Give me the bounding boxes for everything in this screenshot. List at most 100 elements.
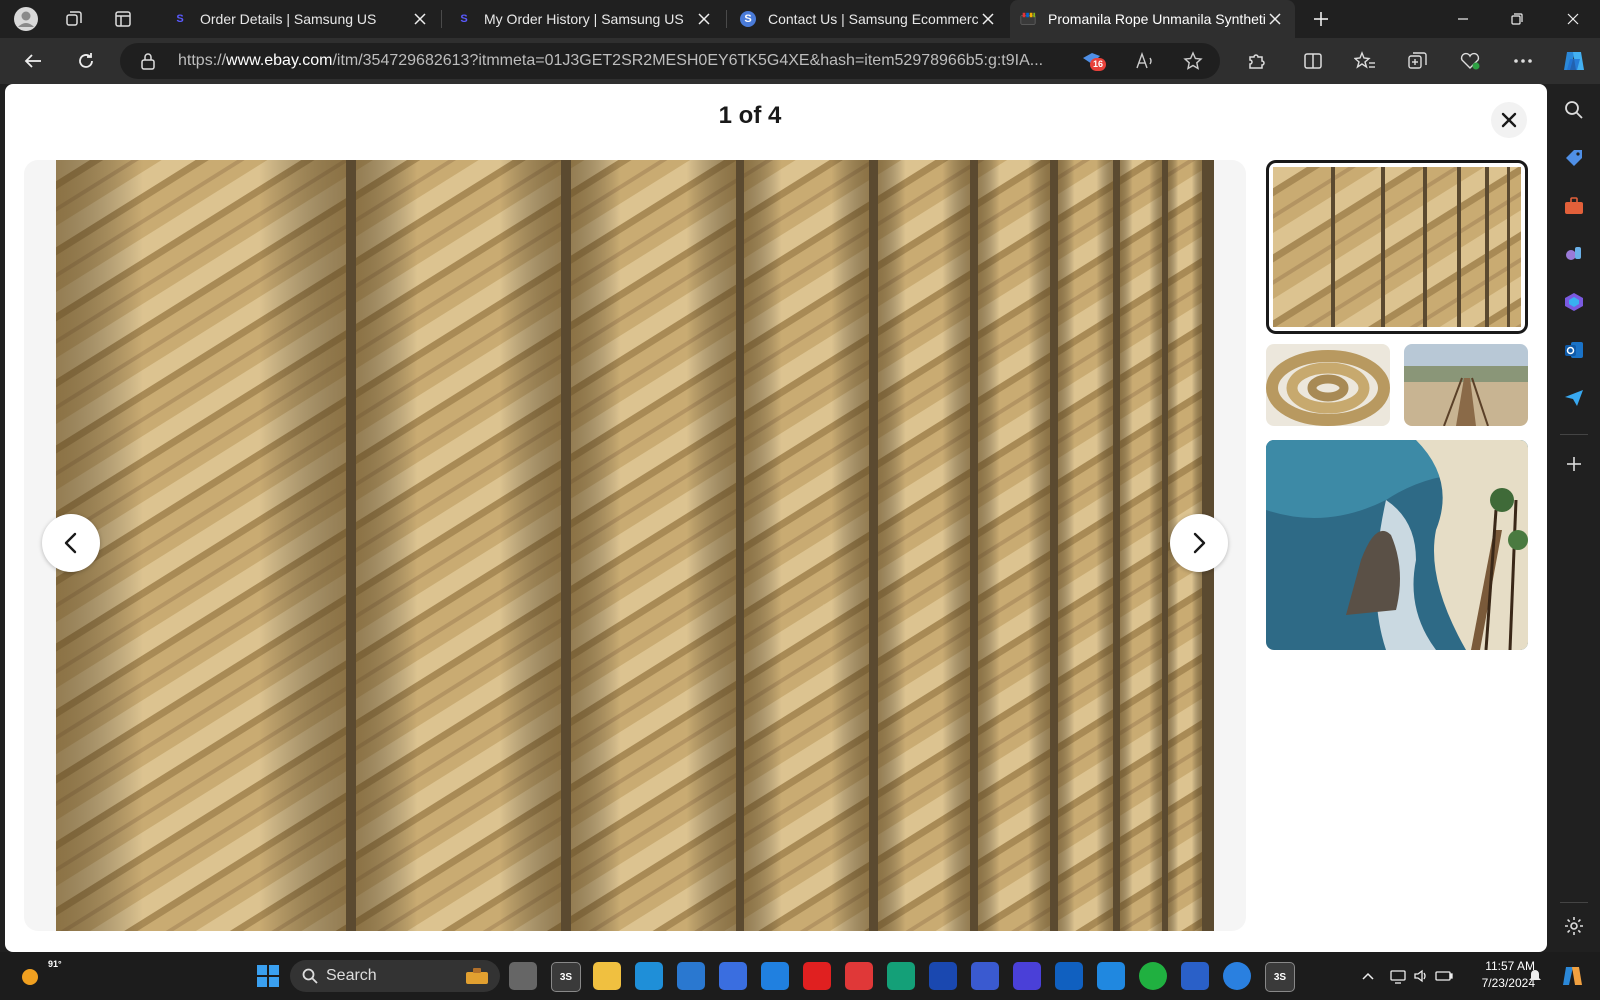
samsung-favicon-icon: S bbox=[460, 13, 468, 25]
tab-contact-us[interactable]: S Contact Us | Samsung Ecommerce bbox=[730, 0, 1008, 38]
sidebar-shopping-tag-icon[interactable] bbox=[1560, 144, 1588, 172]
browser-essentials-heart-icon[interactable] bbox=[1454, 46, 1486, 76]
calendar-icon[interactable] bbox=[761, 962, 789, 990]
edge-browser-icon[interactable] bbox=[635, 962, 663, 990]
thumbnail-coastal-stairway[interactable] bbox=[1404, 344, 1528, 426]
whatsapp-icon[interactable] bbox=[1139, 962, 1167, 990]
app-red-icon[interactable] bbox=[845, 962, 873, 990]
youtube-icon[interactable] bbox=[803, 962, 831, 990]
app-3ds-icon[interactable]: 3S bbox=[1265, 962, 1295, 992]
restore-icon[interactable] bbox=[1490, 0, 1544, 38]
tab-order-history[interactable]: S My Order History | Samsung US bbox=[446, 0, 724, 38]
window-close-icon[interactable] bbox=[1546, 0, 1600, 38]
app-blue-icon[interactable] bbox=[719, 962, 747, 990]
coupons-extension-icon[interactable]: 16 bbox=[1076, 46, 1108, 76]
url-text[interactable]: https://www.ebay.com/itm/354729682613?it… bbox=[178, 43, 1178, 79]
lock-icon[interactable] bbox=[132, 46, 164, 76]
copilot-taskbar-icon[interactable] bbox=[1560, 966, 1586, 986]
sidebar-copilot-designer-icon[interactable] bbox=[1560, 288, 1588, 316]
edge-sidebar bbox=[1548, 84, 1600, 956]
extensions-puzzle-icon[interactable] bbox=[1240, 46, 1272, 76]
tab-title: Promanila Rope Unmanila Synthetic bbox=[1048, 11, 1265, 27]
close-gallery-button[interactable] bbox=[1491, 102, 1527, 138]
sidebar-outlook-icon[interactable] bbox=[1560, 336, 1588, 364]
image-counter: 1 of 4 bbox=[718, 102, 782, 129]
sidebar-tools-briefcase-icon[interactable] bbox=[1560, 192, 1588, 220]
app-monitor-icon[interactable] bbox=[1097, 962, 1125, 990]
tray-volume-icon[interactable] bbox=[1411, 966, 1431, 986]
new-tab-icon[interactable] bbox=[1307, 6, 1335, 32]
windows-taskbar: 91° Search 3S 3S 11:57 AM 7/23/2024 bbox=[0, 952, 1600, 1000]
image-gallery-modal: 1 of 4 bbox=[5, 84, 1547, 952]
back-arrow-icon[interactable] bbox=[17, 46, 49, 76]
minimize-icon[interactable] bbox=[1436, 0, 1490, 38]
close-tab-icon[interactable] bbox=[978, 9, 998, 29]
tab-promanila-rope[interactable]: Promanila Rope Unmanila Synthetic bbox=[1010, 0, 1295, 38]
sidebar-games-icon[interactable] bbox=[1560, 240, 1588, 268]
tray-chevron-up-icon[interactable] bbox=[1358, 966, 1378, 986]
close-tab-icon[interactable] bbox=[694, 9, 714, 29]
app-sync-icon[interactable] bbox=[971, 962, 999, 990]
taskbar-search-box[interactable]: Search bbox=[290, 960, 500, 992]
tab-title: My Order History | Samsung US bbox=[484, 11, 684, 27]
read-aloud-icon[interactable] bbox=[1129, 46, 1161, 76]
tab-order-details[interactable]: S Order Details | Samsung US bbox=[162, 0, 440, 38]
main-product-photo bbox=[56, 160, 1214, 931]
thumbnail-coiled-rope[interactable] bbox=[1266, 344, 1390, 426]
refresh-icon[interactable] bbox=[70, 46, 102, 76]
copilot-icon[interactable] bbox=[1558, 46, 1590, 76]
app-3ds-icon[interactable]: 3S bbox=[551, 962, 581, 992]
search-highlight-briefcase-icon bbox=[464, 966, 490, 986]
url-domain: www.ebay.com bbox=[226, 52, 333, 69]
weather-temperature: 91° bbox=[48, 959, 62, 969]
collections-icon[interactable] bbox=[1402, 46, 1434, 76]
sidebar-send-icon[interactable] bbox=[1560, 384, 1588, 412]
start-windows-icon[interactable] bbox=[254, 962, 282, 990]
tray-battery-icon[interactable] bbox=[1434, 966, 1454, 986]
thumbnail-rope-strands[interactable] bbox=[1266, 160, 1528, 334]
previous-image-button[interactable] bbox=[42, 514, 100, 572]
sidebar-search-icon[interactable] bbox=[1560, 96, 1588, 124]
more-options-icon[interactable] bbox=[1507, 46, 1539, 76]
search-icon bbox=[302, 968, 318, 984]
thumbnail-image bbox=[1266, 344, 1390, 426]
thumbnail-image bbox=[1404, 344, 1528, 426]
task-view-icon[interactable] bbox=[509, 962, 537, 990]
sidebar-divider bbox=[1560, 434, 1588, 435]
profile-avatar-icon[interactable] bbox=[12, 6, 40, 32]
vertical-tabs-icon[interactable] bbox=[109, 6, 137, 32]
url-scheme: https:// bbox=[178, 52, 227, 69]
close-tab-icon[interactable] bbox=[1265, 9, 1285, 29]
split-screen-icon[interactable] bbox=[1297, 46, 1329, 76]
rope-strands bbox=[56, 160, 1202, 931]
file-explorer-icon[interactable] bbox=[593, 962, 621, 990]
address-bar[interactable]: https://www.ebay.com/itm/354729682613?it… bbox=[120, 43, 1220, 79]
url-path: /itm/354729682613?itmmeta=01J3GET2SR2MES… bbox=[332, 52, 1044, 69]
system-clock[interactable]: 11:57 AM 7/23/2024 bbox=[1455, 958, 1535, 992]
close-tab-icon[interactable] bbox=[410, 9, 430, 29]
thumbnail-image bbox=[1273, 167, 1521, 327]
microsoft-store-icon[interactable] bbox=[677, 962, 705, 990]
clock-date: 7/23/2024 bbox=[1481, 976, 1535, 990]
weather-sun-icon[interactable]: 91° bbox=[16, 959, 62, 990]
outlook-icon[interactable] bbox=[1055, 962, 1083, 990]
workspaces-icon[interactable] bbox=[60, 6, 88, 32]
samsung-pass-icon[interactable] bbox=[929, 962, 957, 990]
app-video-icon[interactable] bbox=[1013, 962, 1041, 990]
next-image-button[interactable] bbox=[1170, 514, 1228, 572]
clock-time: 11:57 AM bbox=[1485, 959, 1535, 973]
main-image-viewer bbox=[24, 160, 1246, 931]
thumbnail-beach-railing[interactable] bbox=[1266, 440, 1528, 650]
favorite-star-icon[interactable] bbox=[1177, 46, 1209, 76]
favorites-list-icon[interactable] bbox=[1349, 46, 1381, 76]
sidebar-settings-gear-icon[interactable] bbox=[1560, 912, 1588, 940]
app-green-monitor-icon[interactable] bbox=[887, 962, 915, 990]
sidebar-add-icon[interactable] bbox=[1560, 450, 1588, 478]
notification-bell-icon[interactable] bbox=[1525, 966, 1545, 986]
app-s-icon[interactable] bbox=[1181, 962, 1209, 990]
browser-toolbar: https://www.ebay.com/itm/354729682613?it… bbox=[0, 38, 1600, 84]
ebay-favicon-icon bbox=[1020, 11, 1036, 27]
tray-network-icon[interactable] bbox=[1388, 966, 1408, 986]
sidebar-divider bbox=[1560, 902, 1588, 903]
app-circle-icon[interactable] bbox=[1223, 962, 1251, 990]
